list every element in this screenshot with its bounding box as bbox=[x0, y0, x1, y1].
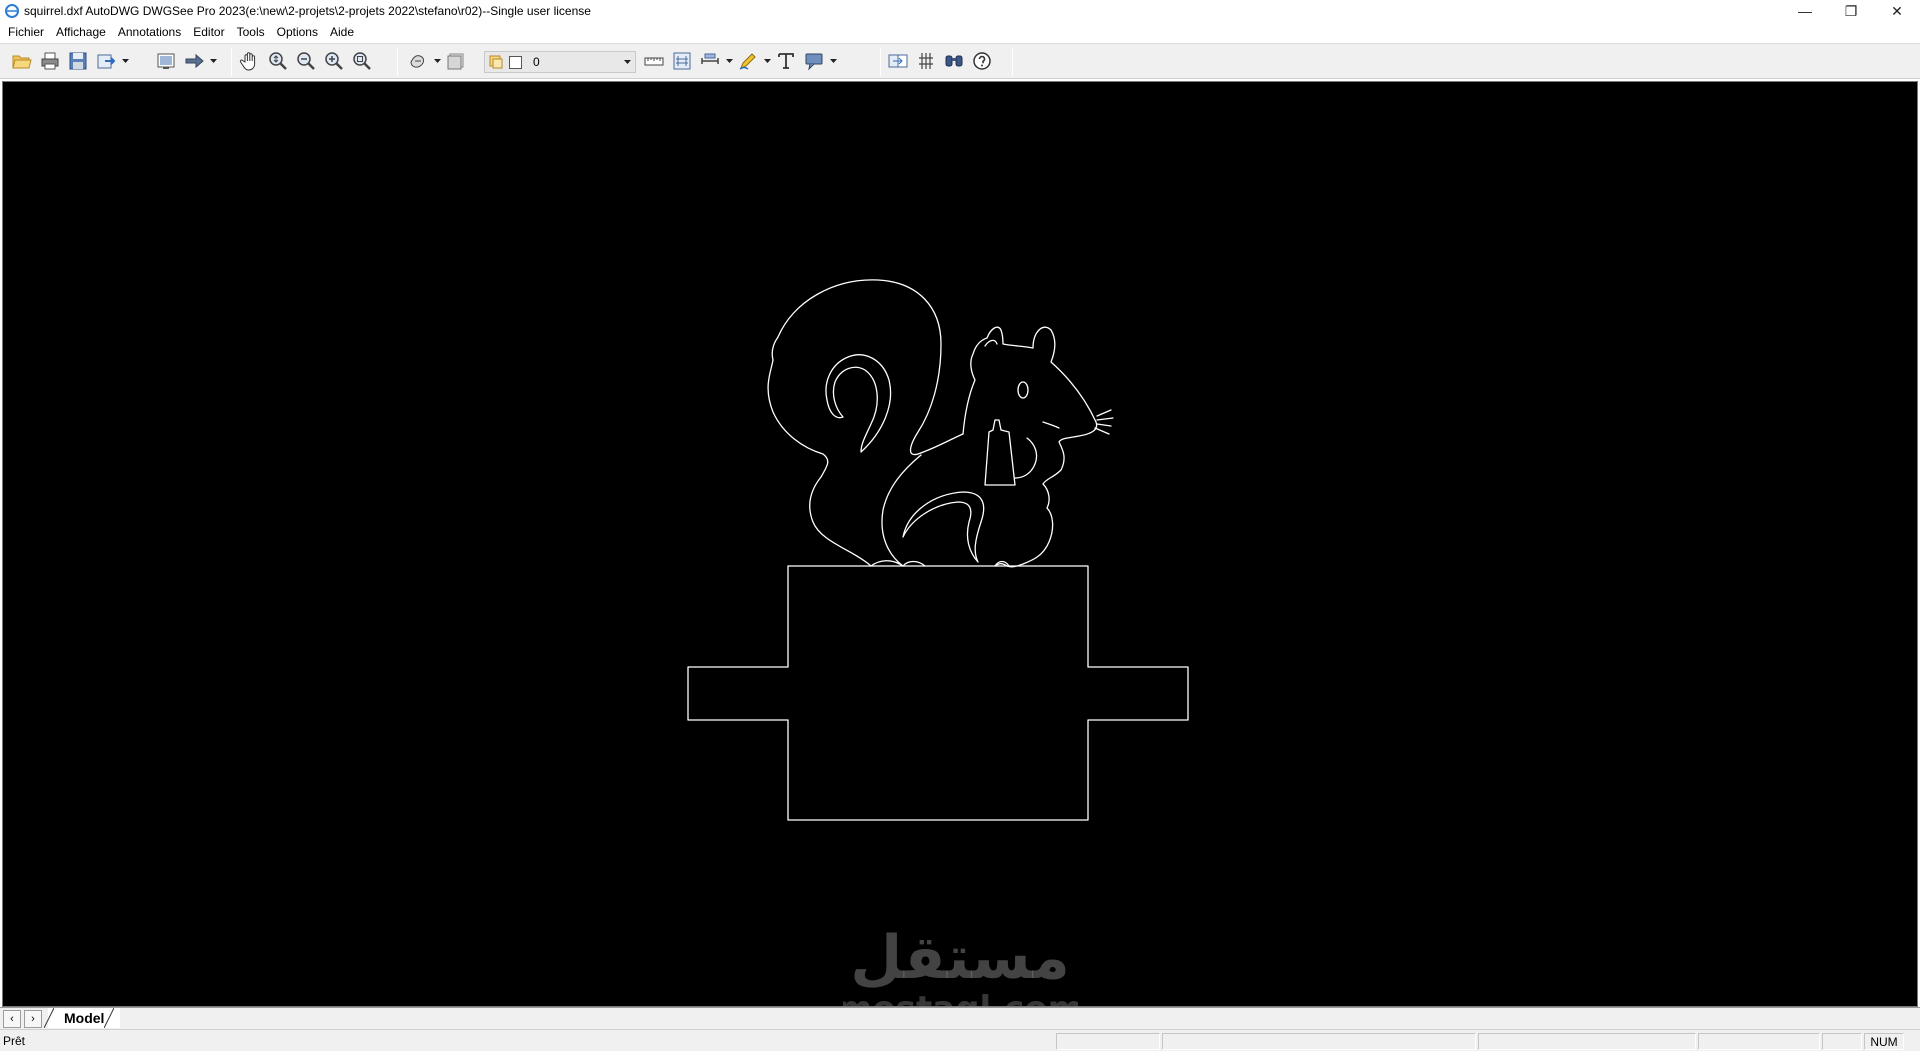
markup-dropdown[interactable] bbox=[762, 47, 772, 75]
toolbar-separator bbox=[231, 48, 232, 76]
toolbar-separator bbox=[397, 48, 398, 76]
view-icon[interactable] bbox=[152, 47, 180, 75]
menu-options[interactable]: Options bbox=[271, 22, 324, 42]
distance-icon[interactable] bbox=[696, 47, 724, 75]
next-icon[interactable] bbox=[180, 47, 208, 75]
compare-icon[interactable] bbox=[884, 47, 912, 75]
status-pane bbox=[1162, 1033, 1476, 1050]
hatch-icon[interactable] bbox=[912, 47, 940, 75]
next-dropdown[interactable] bbox=[208, 47, 218, 75]
toolbar-separator bbox=[1012, 48, 1013, 76]
app-logo-icon bbox=[5, 4, 19, 18]
status-pane bbox=[1478, 1033, 1696, 1050]
stand-outline bbox=[687, 565, 1189, 821]
open-icon[interactable] bbox=[8, 47, 36, 75]
paw-line bbox=[1014, 437, 1038, 479]
tab-edge-left bbox=[44, 1008, 54, 1028]
status-pane bbox=[1056, 1033, 1160, 1050]
menu-fichier[interactable]: Fichier bbox=[2, 22, 50, 42]
text-icon[interactable] bbox=[772, 47, 800, 75]
squirrel-eye bbox=[1017, 381, 1029, 399]
dimension-icon[interactable] bbox=[668, 47, 696, 75]
zoom-extents-icon[interactable] bbox=[348, 47, 376, 75]
main-toolbar: 0 bbox=[0, 43, 1920, 79]
zoom-out-icon[interactable] bbox=[292, 47, 320, 75]
restore-button[interactable]: ❐ bbox=[1828, 0, 1874, 22]
belly-line bbox=[881, 454, 922, 567]
squirrel-drawing bbox=[687, 279, 1189, 821]
layout-tab-bar: ‹ › Model bbox=[0, 1007, 1920, 1029]
tab-prev-button[interactable]: ‹ bbox=[3, 1010, 21, 1028]
window-controls: — ❐ ✕ bbox=[1782, 0, 1920, 22]
layer-props-icon bbox=[489, 55, 503, 69]
tail-spiral bbox=[825, 354, 892, 453]
menu-bar: Fichier Affichage Annotations Editor Too… bbox=[0, 22, 1920, 42]
zoom-in-icon[interactable] bbox=[320, 47, 348, 75]
print-icon[interactable] bbox=[36, 47, 64, 75]
title-bar: squirrel.dxf AutoDWG DWGSee Pro 2023(e:\… bbox=[0, 0, 1920, 22]
menu-aide[interactable]: Aide bbox=[324, 22, 360, 42]
squirrel-mouth bbox=[1042, 421, 1060, 429]
help-icon[interactable] bbox=[968, 47, 996, 75]
menu-annotations[interactable]: Annotations bbox=[112, 22, 187, 42]
whiskers bbox=[1094, 409, 1114, 435]
minimize-button[interactable]: — bbox=[1782, 0, 1828, 22]
acorn-shape bbox=[984, 419, 1016, 486]
layer-states-icon[interactable] bbox=[404, 47, 432, 75]
export-dropdown[interactable] bbox=[120, 47, 130, 75]
status-bar: Prêt NUM bbox=[0, 1029, 1920, 1051]
save-icon[interactable] bbox=[64, 47, 92, 75]
measure-icon[interactable] bbox=[640, 47, 668, 75]
find-icon[interactable] bbox=[940, 47, 968, 75]
layer-states-dropdown[interactable] bbox=[432, 47, 442, 75]
menu-affichage[interactable]: Affichage bbox=[50, 22, 112, 42]
menu-tools[interactable]: Tools bbox=[231, 22, 271, 42]
menu-editor[interactable]: Editor bbox=[187, 22, 230, 42]
status-pane bbox=[1822, 1033, 1862, 1050]
tab-next-button[interactable]: › bbox=[24, 1010, 42, 1028]
toolbar-separator bbox=[880, 48, 881, 76]
window-title: squirrel.dxf AutoDWG DWGSee Pro 2023(e:\… bbox=[24, 4, 591, 18]
squirrel-tail bbox=[767, 279, 964, 567]
distance-dropdown[interactable] bbox=[724, 47, 734, 75]
markup-pen-icon[interactable] bbox=[734, 47, 762, 75]
zoom-realtime-icon[interactable] bbox=[264, 47, 292, 75]
layer-color-swatch bbox=[509, 55, 522, 69]
layer-name: 0 bbox=[533, 55, 540, 69]
comment-icon[interactable] bbox=[800, 47, 828, 75]
ear-inner bbox=[984, 339, 998, 347]
status-pane bbox=[1698, 1033, 1820, 1050]
layer-selector[interactable]: 0 bbox=[484, 51, 636, 73]
export-icon[interactable] bbox=[92, 47, 120, 75]
close-button[interactable]: ✕ bbox=[1874, 0, 1920, 22]
status-ready: Prêt bbox=[3, 1034, 26, 1048]
status-num: NUM bbox=[1864, 1033, 1904, 1050]
drawing-canvas[interactable] bbox=[2, 81, 1918, 1007]
pan-icon[interactable] bbox=[236, 47, 264, 75]
leg-crescent bbox=[902, 491, 985, 563]
comment-dropdown[interactable] bbox=[828, 47, 838, 75]
squirrel-body bbox=[962, 326, 1098, 568]
layer-dropdown-arrow[interactable] bbox=[621, 52, 633, 72]
layer-icon[interactable] bbox=[442, 47, 470, 75]
tab-edge-right bbox=[104, 1008, 114, 1028]
